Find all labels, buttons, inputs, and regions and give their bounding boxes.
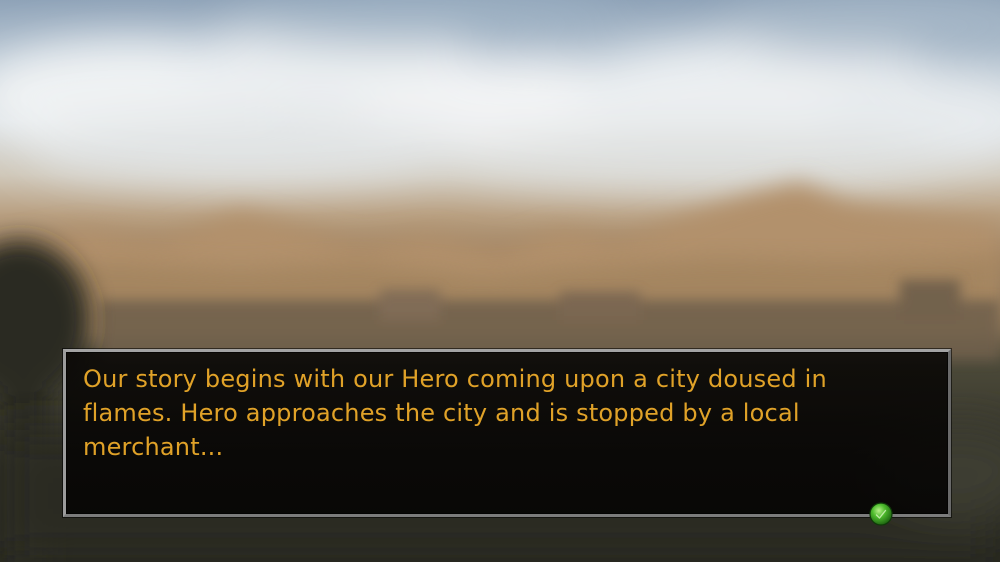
game-scene: Our story begins with our Hero coming up… (0, 0, 1000, 562)
city-silhouette (100, 280, 1000, 360)
clouds (0, 0, 1000, 190)
green-orb-icon (869, 502, 893, 526)
dialog-text: Our story begins with our Hero coming up… (83, 365, 827, 461)
mountain-range (0, 182, 1000, 330)
continue-button[interactable] (869, 502, 893, 526)
dialog-box[interactable]: Our story begins with our Hero coming up… (63, 349, 951, 517)
